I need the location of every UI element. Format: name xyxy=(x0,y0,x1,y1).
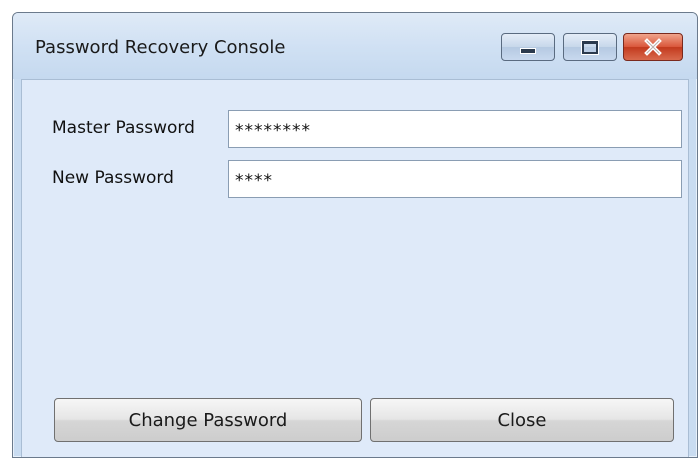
new-password-field[interactable] xyxy=(228,160,682,198)
new-password-label: New Password xyxy=(52,168,174,188)
close-button[interactable]: Close xyxy=(370,398,674,442)
master-password-field[interactable] xyxy=(228,110,682,148)
form-panel: Master Password New Password Change Pass… xyxy=(21,79,689,457)
close-icon xyxy=(624,34,682,60)
window-title: Password Recovery Console xyxy=(35,37,286,58)
maximize-button[interactable] xyxy=(563,33,617,61)
password-recovery-window: Password Recovery Console Master Passwor… xyxy=(12,12,698,458)
minimize-button[interactable] xyxy=(501,33,555,61)
maximize-icon xyxy=(564,34,616,60)
minimize-icon xyxy=(502,34,554,60)
change-password-button[interactable]: Change Password xyxy=(54,398,362,442)
title-bar[interactable]: Password Recovery Console xyxy=(13,13,697,79)
close-window-button[interactable] xyxy=(623,33,683,61)
master-password-label: Master Password xyxy=(52,118,195,138)
